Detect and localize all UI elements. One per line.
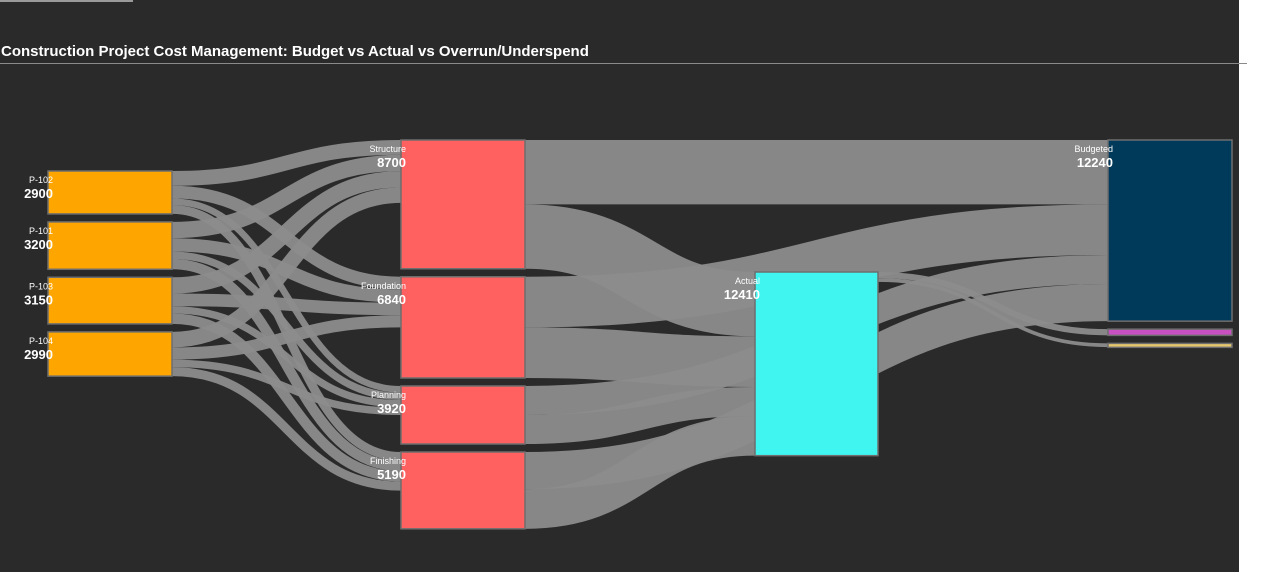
node-budgeted[interactable] [1107,139,1233,322]
node-label-planning: Planning [371,390,406,400]
node-label-p-104: P-104 [29,336,53,346]
node-label-structure: Structure [369,144,406,154]
node-label-foundation: Foundation [361,281,406,291]
node-overrun[interactable] [1107,328,1233,337]
node-underspend[interactable] [1107,342,1233,349]
node-value-actual: 12410 [724,287,760,302]
sankey-chart: P-1022900 P-1013200 P-1033150 P-1042990 Stru… [24,139,1233,530]
node-label-finishing: Finishing [370,456,406,466]
node-p-102[interactable] [47,170,173,215]
link-p-103-to-foundation [171,293,402,316]
node-value-p-102: 2900 [24,186,53,201]
node-foundation[interactable] [400,276,526,379]
node-value-p-103: 3150 [24,292,53,307]
node-p-103[interactable] [47,276,173,325]
node-value-budgeted: 12240 [1077,155,1113,170]
node-label-p-102: P-102 [29,175,53,185]
node-planning[interactable] [400,385,526,445]
node-label-p-101: P-101 [29,226,53,236]
node-label-actual: Actual [735,276,760,286]
node-p-101[interactable] [47,221,173,271]
node-value-planning: 3920 [377,401,406,416]
links-layer [171,139,1109,529]
node-finishing[interactable] [400,451,526,530]
node-value-structure: 8700 [377,155,406,170]
node-structure[interactable] [400,139,526,270]
node-label-budgeted: Budgeted [1074,144,1113,154]
node-actual[interactable] [754,271,879,457]
node-value-p-104: 2990 [24,347,53,362]
node-value-foundation: 6840 [377,292,406,307]
node-value-finishing: 5190 [377,467,406,482]
node-label-p-103: P-103 [29,281,53,291]
node-p-104[interactable] [47,331,173,377]
node-value-p-101: 3200 [24,237,53,252]
